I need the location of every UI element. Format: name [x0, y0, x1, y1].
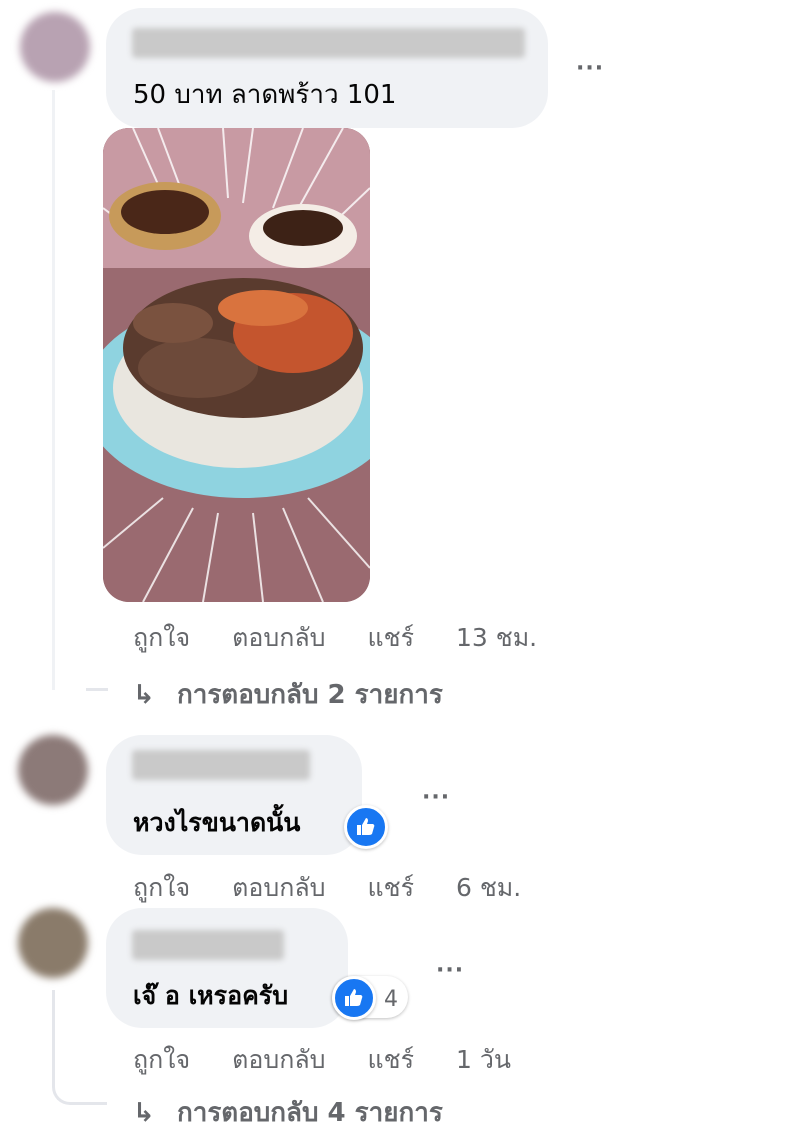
- thread-branch: [86, 688, 108, 691]
- replies-label: การตอบกลับ 4 รายการ: [177, 1098, 443, 1128]
- comment-actions: ถูกใจ ตอบกลับ แชร์ 6 ชม.: [133, 868, 555, 908]
- timestamp[interactable]: 13 ชม.: [456, 623, 537, 652]
- view-replies-link[interactable]: ↳ การตอบกลับ 2 รายการ: [133, 674, 443, 715]
- reply-link[interactable]: ตอบกลับ: [232, 1045, 325, 1074]
- view-replies-link[interactable]: ↳ การตอบกลับ 4 รายการ: [133, 1092, 443, 1133]
- avatar[interactable]: [18, 908, 88, 978]
- thread-line: [52, 990, 107, 1105]
- thread-line: [52, 90, 55, 690]
- more-dots-icon[interactable]: ···: [422, 785, 450, 810]
- comment-text: เจ๊ อ เหรอครับ: [133, 981, 289, 1010]
- like-thumb-icon: [357, 818, 375, 835]
- author-name[interactable]: [132, 930, 284, 960]
- like-link[interactable]: ถูกใจ: [133, 623, 190, 652]
- replies-label: การตอบกลับ 2 รายการ: [177, 680, 443, 710]
- like-reaction-icon[interactable]: [332, 976, 376, 1020]
- avatar[interactable]: [18, 735, 88, 805]
- more-dots-icon[interactable]: ···: [576, 56, 604, 81]
- timestamp[interactable]: 1 วัน: [456, 1045, 511, 1074]
- comment-text: 50 บาท ลาดพร้าว 101: [133, 80, 397, 110]
- reaction-count: 4: [384, 987, 398, 1012]
- author-name[interactable]: [132, 28, 525, 58]
- reply-arrow-icon: ↳: [133, 680, 155, 710]
- like-link[interactable]: ถูกใจ: [133, 873, 190, 902]
- comment-actions: ถูกใจ ตอบกลับ แชร์ 13 ชม.: [133, 618, 571, 658]
- comment-photo[interactable]: [103, 128, 370, 602]
- food-photo-image: [103, 128, 370, 602]
- like-thumb-icon: [345, 989, 363, 1006]
- share-link[interactable]: แชร์: [368, 873, 415, 902]
- like-link[interactable]: ถูกใจ: [133, 1045, 190, 1074]
- avatar[interactable]: [20, 12, 90, 82]
- author-name[interactable]: [132, 750, 310, 780]
- reply-link[interactable]: ตอบกลับ: [232, 873, 325, 902]
- timestamp[interactable]: 6 ชม.: [456, 873, 521, 902]
- comment-text: หวงไรขนาดนั้น: [133, 808, 301, 837]
- share-link[interactable]: แชร์: [368, 1045, 415, 1074]
- reply-link[interactable]: ตอบกลับ: [232, 623, 325, 652]
- share-link[interactable]: แชร์: [368, 623, 415, 652]
- reply-arrow-icon: ↳: [133, 1098, 155, 1128]
- more-dots-icon[interactable]: ···: [436, 958, 464, 983]
- like-reaction-icon[interactable]: [344, 805, 388, 849]
- comment-actions: ถูกใจ ตอบกลับ แชร์ 1 วัน: [133, 1040, 545, 1080]
